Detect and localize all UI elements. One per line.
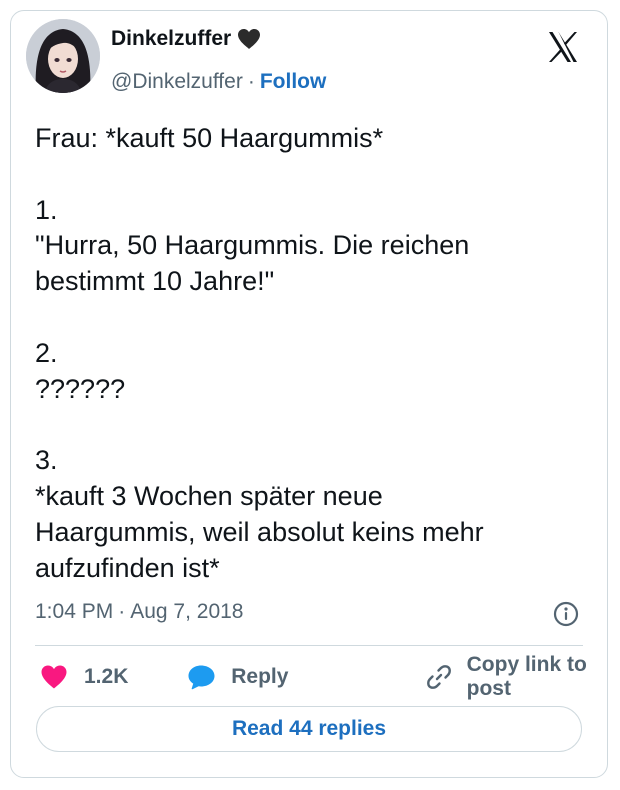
black-heart-icon: [237, 28, 261, 50]
copy-link-label: Copy link to post: [466, 653, 587, 700]
follow-button[interactable]: Follow: [260, 70, 327, 94]
author-handle[interactable]: @Dinkelzuffer: [111, 70, 243, 94]
handle-separator: ·: [247, 70, 255, 93]
read-replies-label: Read 44 replies: [231, 717, 387, 740]
reply-button[interactable]: Reply: [187, 664, 424, 690]
x-logo-icon[interactable]: [546, 30, 580, 64]
reply-bubble-icon: [187, 664, 217, 690]
info-icon[interactable]: [553, 601, 579, 627]
tweet-text: Frau: *kauft 50 Haargummis* 1. "Hurra, 5…: [35, 123, 484, 583]
avatar[interactable]: [26, 19, 100, 93]
author-display-name[interactable]: Dinkelzuffer: [111, 27, 231, 51]
read-replies-button[interactable]: Read 44 replies: [36, 706, 582, 752]
like-button[interactable]: 1.2K: [40, 664, 187, 690]
copy-link-button[interactable]: Copy link to post: [425, 653, 620, 701]
tweet-time: 1:04 PM: [35, 600, 114, 623]
link-icon: [425, 663, 453, 691]
divider: [35, 645, 583, 646]
author-name-row: Dinkelzuffer: [111, 27, 261, 51]
tweet-date: Aug 7, 2018: [130, 600, 244, 623]
timestamp-separator: ·: [118, 600, 126, 623]
like-heart-icon: [40, 664, 68, 690]
avatar-image: [26, 19, 100, 93]
tweet-timestamp[interactable]: 1:04 PM · Aug 7, 2018: [35, 600, 243, 624]
action-bar: 1.2K Reply Copy link to post: [40, 653, 620, 700]
reply-label: Reply: [231, 665, 289, 688]
like-count: 1.2K: [84, 665, 129, 688]
author-handle-row: @Dinkelzuffer · Follow: [111, 70, 326, 94]
